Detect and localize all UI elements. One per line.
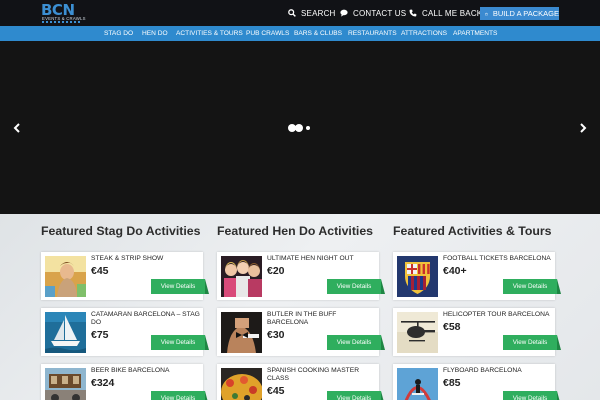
build-a-package-label: BUILD A PACKAGE — [492, 9, 559, 18]
card-price: €75 — [91, 329, 109, 341]
card-catamaran-barcelona: CATAMARAN BARCELONA – STAG DO €75 View D… — [41, 308, 209, 356]
card-flyboard-barcelona: FLYBOARD BARCELONA €85 View Details — [393, 364, 561, 400]
search-link[interactable]: SEARCH — [288, 0, 336, 26]
slider-dot-2-active[interactable] — [295, 124, 303, 132]
card-price: €45 — [267, 385, 285, 397]
contact-us-label: CONTACT US — [353, 8, 407, 18]
phone-icon — [409, 9, 417, 17]
call-me-back-link[interactable]: CALL ME BACK — [409, 0, 482, 26]
slider-dots — [288, 123, 314, 133]
main-navigation: STAG DO HEN DO ACTIVITIES & TOURS PUB CR… — [0, 26, 600, 41]
slider-next-button[interactable] — [576, 121, 590, 135]
view-details-button[interactable]: View Details — [503, 279, 561, 294]
card-beer-bike-barcelona: BEER BIKE BARCELONA €324 View Details — [41, 364, 209, 400]
column-title-stag-do: Featured Stag Do Activities — [41, 224, 201, 238]
nav-item-stag-do[interactable]: STAG DO — [104, 26, 133, 41]
card-price: €58 — [443, 321, 461, 333]
paella-image[interactable] — [221, 368, 262, 400]
fc-barcelona-crest-image[interactable] — [397, 256, 438, 297]
logo-dots — [42, 21, 80, 23]
card-title[interactable]: SPANISH COOKING MASTER CLASS — [267, 367, 377, 383]
view-details-button[interactable]: View Details — [327, 279, 385, 294]
hero-slider — [0, 41, 600, 214]
card-title[interactable]: ULTIMATE HEN NIGHT OUT — [267, 255, 377, 263]
view-details-button[interactable]: View Details — [151, 391, 209, 400]
card-title[interactable]: CATAMARAN BARCELONA – STAG DO — [91, 311, 201, 327]
nav-item-restaurants[interactable]: RESTAURANTS — [348, 26, 397, 41]
view-details-button[interactable]: View Details — [327, 391, 385, 400]
helicopter-image[interactable] — [397, 312, 438, 353]
view-details-button[interactable]: View Details — [151, 335, 209, 350]
card-title[interactable]: BUTLER IN THE BUFF BARCELONA — [267, 311, 377, 327]
nav-item-bars-clubs[interactable]: BARS & CLUBS — [294, 26, 342, 41]
show-performer-image[interactable] — [45, 256, 86, 297]
view-details-button[interactable]: View Details — [327, 335, 385, 350]
butler-image[interactable] — [221, 312, 262, 353]
contact-us-link[interactable]: CONTACT US — [340, 0, 406, 26]
nav-item-attractions[interactable]: ATTRACTIONS — [401, 26, 447, 41]
view-details-button[interactable]: View Details — [151, 279, 209, 294]
column-title-hen-do: Featured Hen Do Activities — [217, 224, 374, 238]
card-title[interactable]: FLYBOARD BARCELONA — [443, 367, 553, 375]
card-steak-strip-show: STEAK & STRIP SHOW €45 View Details — [41, 252, 209, 300]
card-price: €85 — [443, 377, 461, 389]
chevron-right-icon — [580, 123, 587, 133]
catamaran-image[interactable] — [45, 312, 86, 353]
chevron-left-icon — [13, 123, 20, 133]
featured-section: Featured Stag Do Activities STEAK & STRI… — [0, 214, 600, 400]
card-price: €20 — [267, 265, 285, 277]
nav-item-hen-do[interactable]: HEN DO — [142, 26, 168, 41]
card-title[interactable]: BEER BIKE BARCELONA — [91, 367, 201, 375]
call-me-back-label: CALL ME BACK — [422, 8, 483, 18]
package-icon — [485, 12, 488, 15]
card-football-tickets-barcelona: FOOTBALL TICKETS BARCELONA €40+ View Det… — [393, 252, 561, 300]
slider-dot-3[interactable] — [306, 126, 310, 130]
search-label: SEARCH — [301, 8, 336, 18]
card-title[interactable]: FOOTBALL TICKETS BARCELONA — [443, 255, 553, 263]
nav-item-pub-crawls[interactable]: PUB CRAWLS — [246, 26, 289, 41]
chat-bubble-icon — [340, 9, 348, 17]
build-a-package-button[interactable]: BUILD A PACKAGE — [480, 7, 559, 20]
top-header: BCN EVENTS & CRAWLS SEARCH CONTACT US CA… — [0, 0, 600, 26]
bcn-logo[interactable]: BCN EVENTS & CRAWLS — [41, 1, 85, 24]
card-ultimate-hen-night-out: ULTIMATE HEN NIGHT OUT €20 View Details — [217, 252, 385, 300]
hen-party-image[interactable] — [221, 256, 262, 297]
card-price: €40+ — [443, 265, 467, 277]
beer-bike-image[interactable] — [45, 368, 86, 400]
card-spanish-cooking-master-class: SPANISH COOKING MASTER CLASS €45 View De… — [217, 364, 385, 400]
slider-prev-button[interactable] — [10, 121, 24, 135]
card-butler-in-the-buff: BUTLER IN THE BUFF BARCELONA €30 View De… — [217, 308, 385, 356]
view-details-button[interactable]: View Details — [503, 335, 561, 350]
nav-item-apartments[interactable]: APARTMENTS — [453, 26, 497, 41]
nav-item-activities-tours[interactable]: ACTIVITIES & TOURS — [176, 26, 243, 41]
card-title[interactable]: STEAK & STRIP SHOW — [91, 255, 201, 263]
card-price: €30 — [267, 329, 285, 341]
card-title[interactable]: HELICOPTER TOUR BARCELONA — [443, 311, 553, 319]
card-helicopter-tour-barcelona: HELICOPTER TOUR BARCELONA €58 View Detai… — [393, 308, 561, 356]
flyboard-image[interactable] — [397, 368, 438, 400]
column-title-activities-tours: Featured Activities & Tours — [393, 224, 552, 238]
card-price: €324 — [91, 377, 115, 389]
card-price: €45 — [91, 265, 109, 277]
view-details-button[interactable]: View Details — [503, 391, 561, 400]
search-icon — [288, 9, 296, 17]
